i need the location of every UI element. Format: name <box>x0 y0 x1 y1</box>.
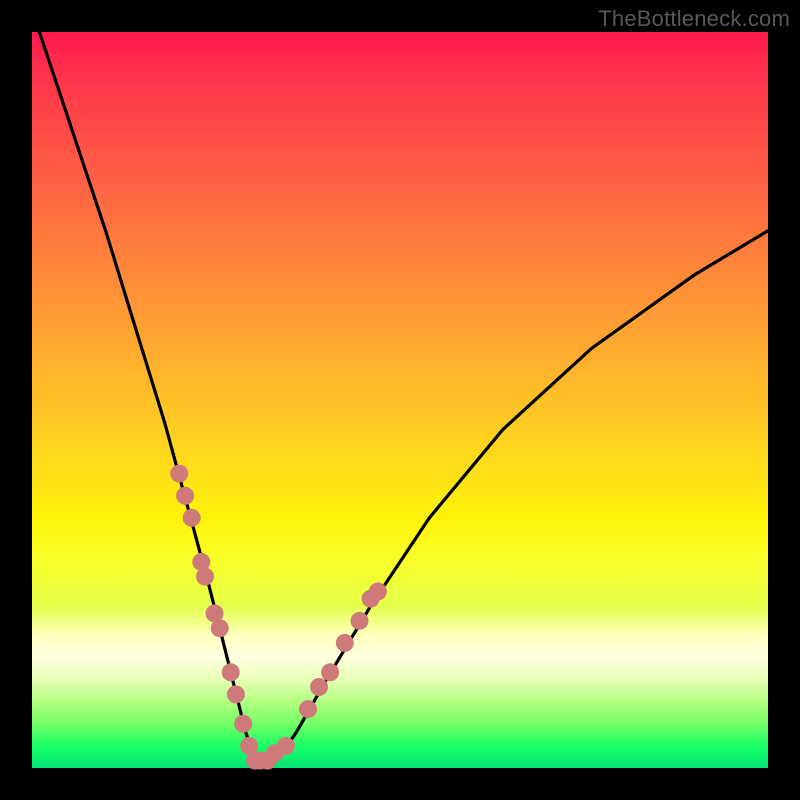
data-dot <box>183 509 201 527</box>
dots-left-group <box>170 465 269 770</box>
data-dot <box>176 487 194 505</box>
watermark-label: TheBottleneck.com <box>598 6 790 32</box>
data-dot <box>234 715 252 733</box>
data-dot <box>310 678 328 696</box>
data-dot <box>351 612 369 630</box>
data-dot <box>277 737 295 755</box>
data-dot <box>211 619 229 637</box>
data-dot <box>321 663 339 681</box>
data-dot <box>222 663 240 681</box>
data-dot <box>369 582 387 600</box>
data-dot <box>227 685 245 703</box>
plot-area <box>32 32 768 768</box>
data-dot <box>299 700 317 718</box>
chart-svg <box>32 32 768 768</box>
bottleneck-curve <box>39 32 768 761</box>
data-dot <box>196 568 214 586</box>
data-dot <box>336 634 354 652</box>
data-dot <box>170 465 188 483</box>
chart-frame: TheBottleneck.com <box>0 0 800 800</box>
